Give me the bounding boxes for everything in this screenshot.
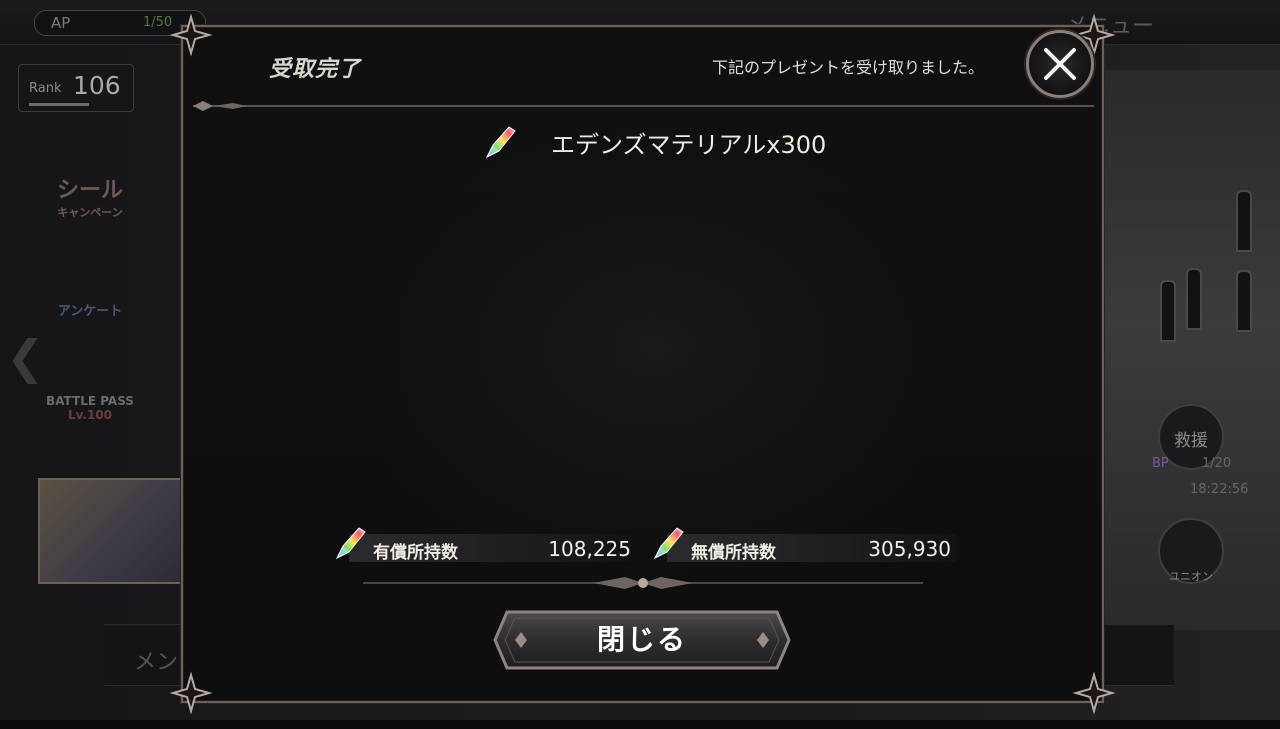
corner-ornament-icon [169, 13, 213, 57]
rank-box: Rank 106 [18, 64, 134, 112]
free-holdings-label: 無償所持数 [691, 543, 776, 563]
rank-value: 106 [73, 71, 121, 100]
ap-label: AP [51, 14, 71, 32]
seal-label: シール [56, 178, 123, 203]
corner-ornament-icon [1072, 671, 1116, 715]
crystal-icon [653, 527, 684, 560]
building-window [1236, 270, 1252, 332]
free-holdings-value: 305,930 [868, 537, 951, 561]
survey-button[interactable]: アンケート [42, 300, 138, 319]
crystal-icon [335, 527, 366, 560]
received-item-name: エデンズマテリアルx300 [551, 131, 827, 159]
paid-holdings-label: 有償所持数 [373, 543, 458, 563]
ap-value: 1/50 [143, 15, 173, 30]
close-x-button[interactable] [1026, 30, 1094, 98]
left-arrow-icon[interactable]: ❮ [6, 330, 45, 384]
dialog-title: 受取完了 [269, 57, 362, 82]
event-banner[interactable] [38, 478, 182, 584]
union-button[interactable]: ユニオン [1158, 518, 1224, 584]
rank-label: Rank [29, 81, 62, 96]
seal-sub-label: キャンペーン [57, 206, 123, 219]
survey-label: アンケート [57, 304, 123, 319]
battlepass-label: BATTLE PASS [46, 394, 134, 408]
battlepass-button[interactable]: BATTLE PASS Lv.100 [42, 394, 138, 422]
rescue-label: 救援 [1174, 431, 1208, 451]
paid-holdings: 有償所持数 108,225 [333, 527, 631, 563]
close-button-label: 閉じる [596, 623, 687, 656]
receive-complete-dialog: 受取完了 下記のプレゼントを受け取りました。 エデンズマテリアルx300 有償所… [169, 13, 1116, 715]
bp-value: 1/20 [1202, 456, 1232, 471]
battlepass-level: Lv.100 [67, 408, 113, 422]
header-divider [193, 101, 1094, 111]
footer-divider [363, 577, 923, 589]
seal-campaign-button[interactable]: シール キャンペーン [42, 172, 138, 220]
free-holdings: 無償所持数 305,930 [651, 527, 957, 563]
close-x-icon [1044, 48, 1076, 80]
clock-time: 18:22:56 [1190, 482, 1249, 497]
rank-exp-bar [29, 103, 89, 106]
union-label: ユニオン [1169, 570, 1213, 583]
building-window [1236, 190, 1252, 252]
bp-label: BP [1152, 456, 1169, 471]
close-dialog-button[interactable]: 閉じる [493, 610, 791, 670]
building-window [1160, 280, 1176, 342]
corner-ornament-icon [169, 671, 213, 715]
crystal-icon [485, 126, 516, 159]
paid-holdings-value: 108,225 [548, 537, 631, 561]
dialog-message: 下記のプレゼントを受け取りました。 [711, 58, 984, 77]
building-window [1186, 268, 1202, 330]
